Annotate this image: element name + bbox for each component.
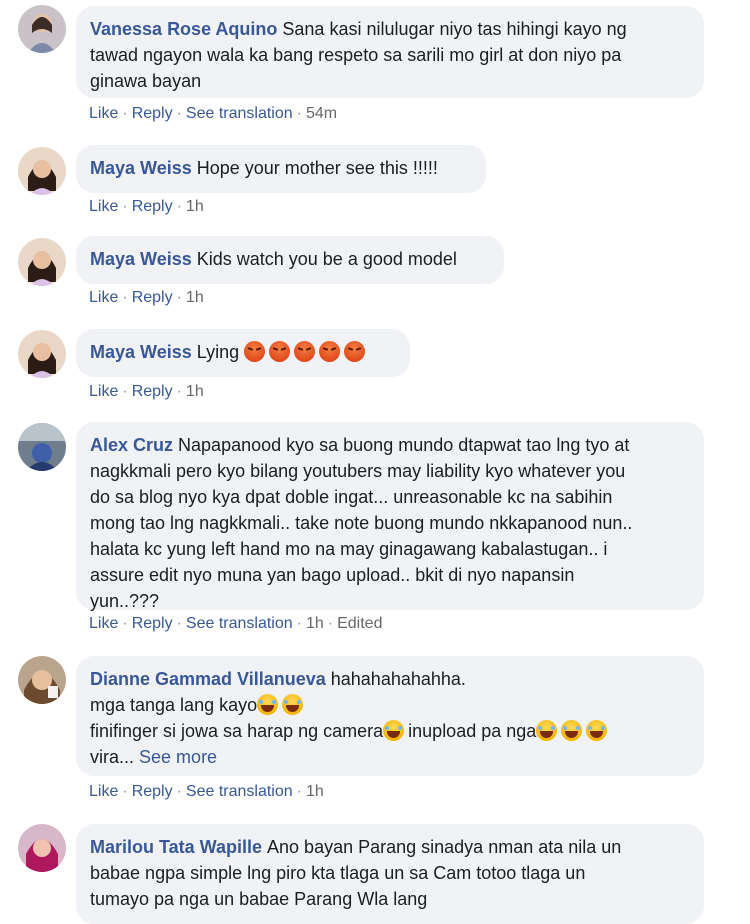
avatar[interactable]: [18, 5, 66, 53]
comment-text: Hope your mother see this !!!!!: [196, 158, 438, 178]
comment-text: mga tanga lang kayo: [90, 695, 258, 715]
angry-face-icon: [344, 341, 366, 362]
reply-link[interactable]: Reply: [132, 383, 173, 400]
avatar[interactable]: [18, 423, 66, 471]
timestamp[interactable]: 1h: [186, 198, 204, 215]
laughing-face-icon: [561, 720, 583, 741]
comment-text: Sana kasi nilulugar niyo tas hihingi kay…: [282, 19, 627, 39]
comment-bubble: Maya Weiss Kids watch you be a good model: [76, 236, 504, 284]
comment-text: hahahahahahha.: [330, 669, 466, 689]
like-link[interactable]: Like: [89, 198, 118, 215]
avatar[interactable]: [18, 824, 66, 872]
comment-actions: Like · Reply · See translation · 1h: [89, 783, 324, 800]
reply-link[interactable]: Reply: [132, 615, 173, 632]
comment-actions: Like · Reply · See translation · 54m: [89, 105, 338, 122]
comment-bubble: Vanessa Rose Aquino Sana kasi nilulugar n…: [76, 6, 704, 98]
comment-text: nagkkmali pero kyo bilang youtubers may …: [90, 461, 626, 481]
commenter-name[interactable]: Dianne Gammad Villanueva: [90, 669, 326, 689]
like-link[interactable]: Like: [89, 615, 118, 632]
comment-text: tawad ngayon wala ka bang respeto sa sar…: [90, 45, 622, 65]
comment-actions: Like · Reply · 1h: [89, 198, 204, 215]
see-translation-link[interactable]: See translation: [186, 783, 293, 800]
like-link[interactable]: Like: [89, 783, 118, 800]
comment-actions: Like · Reply · See translation · 1h · Edited: [89, 615, 383, 632]
angry-face-icon: [319, 341, 341, 362]
avatar[interactable]: [18, 656, 66, 704]
angry-face-icon: [294, 341, 316, 362]
timestamp[interactable]: 1h: [306, 783, 324, 800]
comment-text: assure edit nyo muna yan bago upload.. b…: [90, 565, 575, 585]
comment-text: inupload pa nga: [408, 721, 537, 741]
angry-face-icon: [269, 341, 291, 362]
reply-link[interactable]: Reply: [132, 105, 173, 122]
comment-bubble: Marilou Tata Wapille Ano bayan Parang sin…: [76, 824, 704, 924]
reply-link[interactable]: Reply: [132, 783, 173, 800]
like-link[interactable]: Like: [89, 289, 118, 306]
laughing-face-icon: [536, 720, 558, 741]
laughing-face-icon: [257, 694, 279, 715]
comment-bubble: Maya Weiss Lying: [76, 329, 410, 377]
comment-bubble: Dianne Gammad Villanueva hahahahahahha. m…: [76, 656, 704, 776]
comment-text: Lying: [196, 342, 240, 362]
edited-label[interactable]: Edited: [337, 615, 382, 632]
commenter-name[interactable]: Alex Cruz: [90, 435, 173, 455]
timestamp[interactable]: 1h: [186, 289, 204, 306]
comment-text: mong tao lng nagkkmali.. take note buong…: [90, 513, 633, 533]
commenter-name[interactable]: Maya Weiss: [90, 342, 192, 362]
comment-text: Napapanood kyo sa buong mundo dtapwat ta…: [178, 435, 630, 455]
comment-text: yun..???: [90, 591, 160, 611]
avatar[interactable]: [18, 330, 66, 378]
comment-text: finifinger si jowa sa harap ng camera: [90, 721, 384, 741]
comment-text: Kids watch you be a good model: [196, 249, 457, 269]
comment-text: Ano bayan Parang sinadya nman ata nila u…: [267, 837, 622, 857]
see-translation-link[interactable]: See translation: [186, 105, 293, 122]
comment-text: vira...: [90, 747, 135, 767]
like-link[interactable]: Like: [89, 383, 118, 400]
reply-link[interactable]: Reply: [132, 198, 173, 215]
laughing-face-icon: [282, 694, 304, 715]
angry-face-icon: [244, 341, 266, 362]
comment-text: tumayo pa nga un babae Parang Wla lang: [90, 889, 428, 909]
avatar[interactable]: [18, 147, 66, 195]
comment-actions: Like · Reply · 1h: [89, 289, 204, 306]
timestamp[interactable]: 1h: [186, 383, 204, 400]
see-translation-link[interactable]: See translation: [186, 615, 293, 632]
reply-link[interactable]: Reply: [132, 289, 173, 306]
comment-actions: Like · Reply · 1h: [89, 383, 204, 400]
see-more-link[interactable]: See more: [139, 747, 217, 767]
timestamp[interactable]: 54m: [306, 105, 337, 122]
comment-bubble: Alex Cruz Napapanood kyo sa buong mundo d…: [76, 422, 704, 611]
timestamp[interactable]: 1h: [306, 615, 324, 632]
commenter-name[interactable]: Maya Weiss: [90, 158, 192, 178]
comment-text: halata kc yung left hand mo na may ginag…: [90, 539, 608, 559]
comment-text: babae ngpa simple lng piro kta tlaga un …: [90, 863, 586, 883]
avatar[interactable]: [18, 238, 66, 286]
commenter-name[interactable]: Marilou Tata Wapille: [90, 837, 262, 857]
commenter-name[interactable]: Maya Weiss: [90, 249, 192, 269]
laughing-face-icon: [586, 720, 608, 741]
comment-bubble: Maya Weiss Hope your mother see this !!!!…: [76, 145, 486, 193]
comment-text: do sa blog nyo kya dpat doble ingat... u…: [90, 487, 613, 507]
like-link[interactable]: Like: [89, 105, 118, 122]
commenter-name[interactable]: Vanessa Rose Aquino: [90, 19, 277, 39]
laughing-face-icon: [383, 720, 405, 741]
comment-text: ginawa bayan: [90, 71, 202, 91]
